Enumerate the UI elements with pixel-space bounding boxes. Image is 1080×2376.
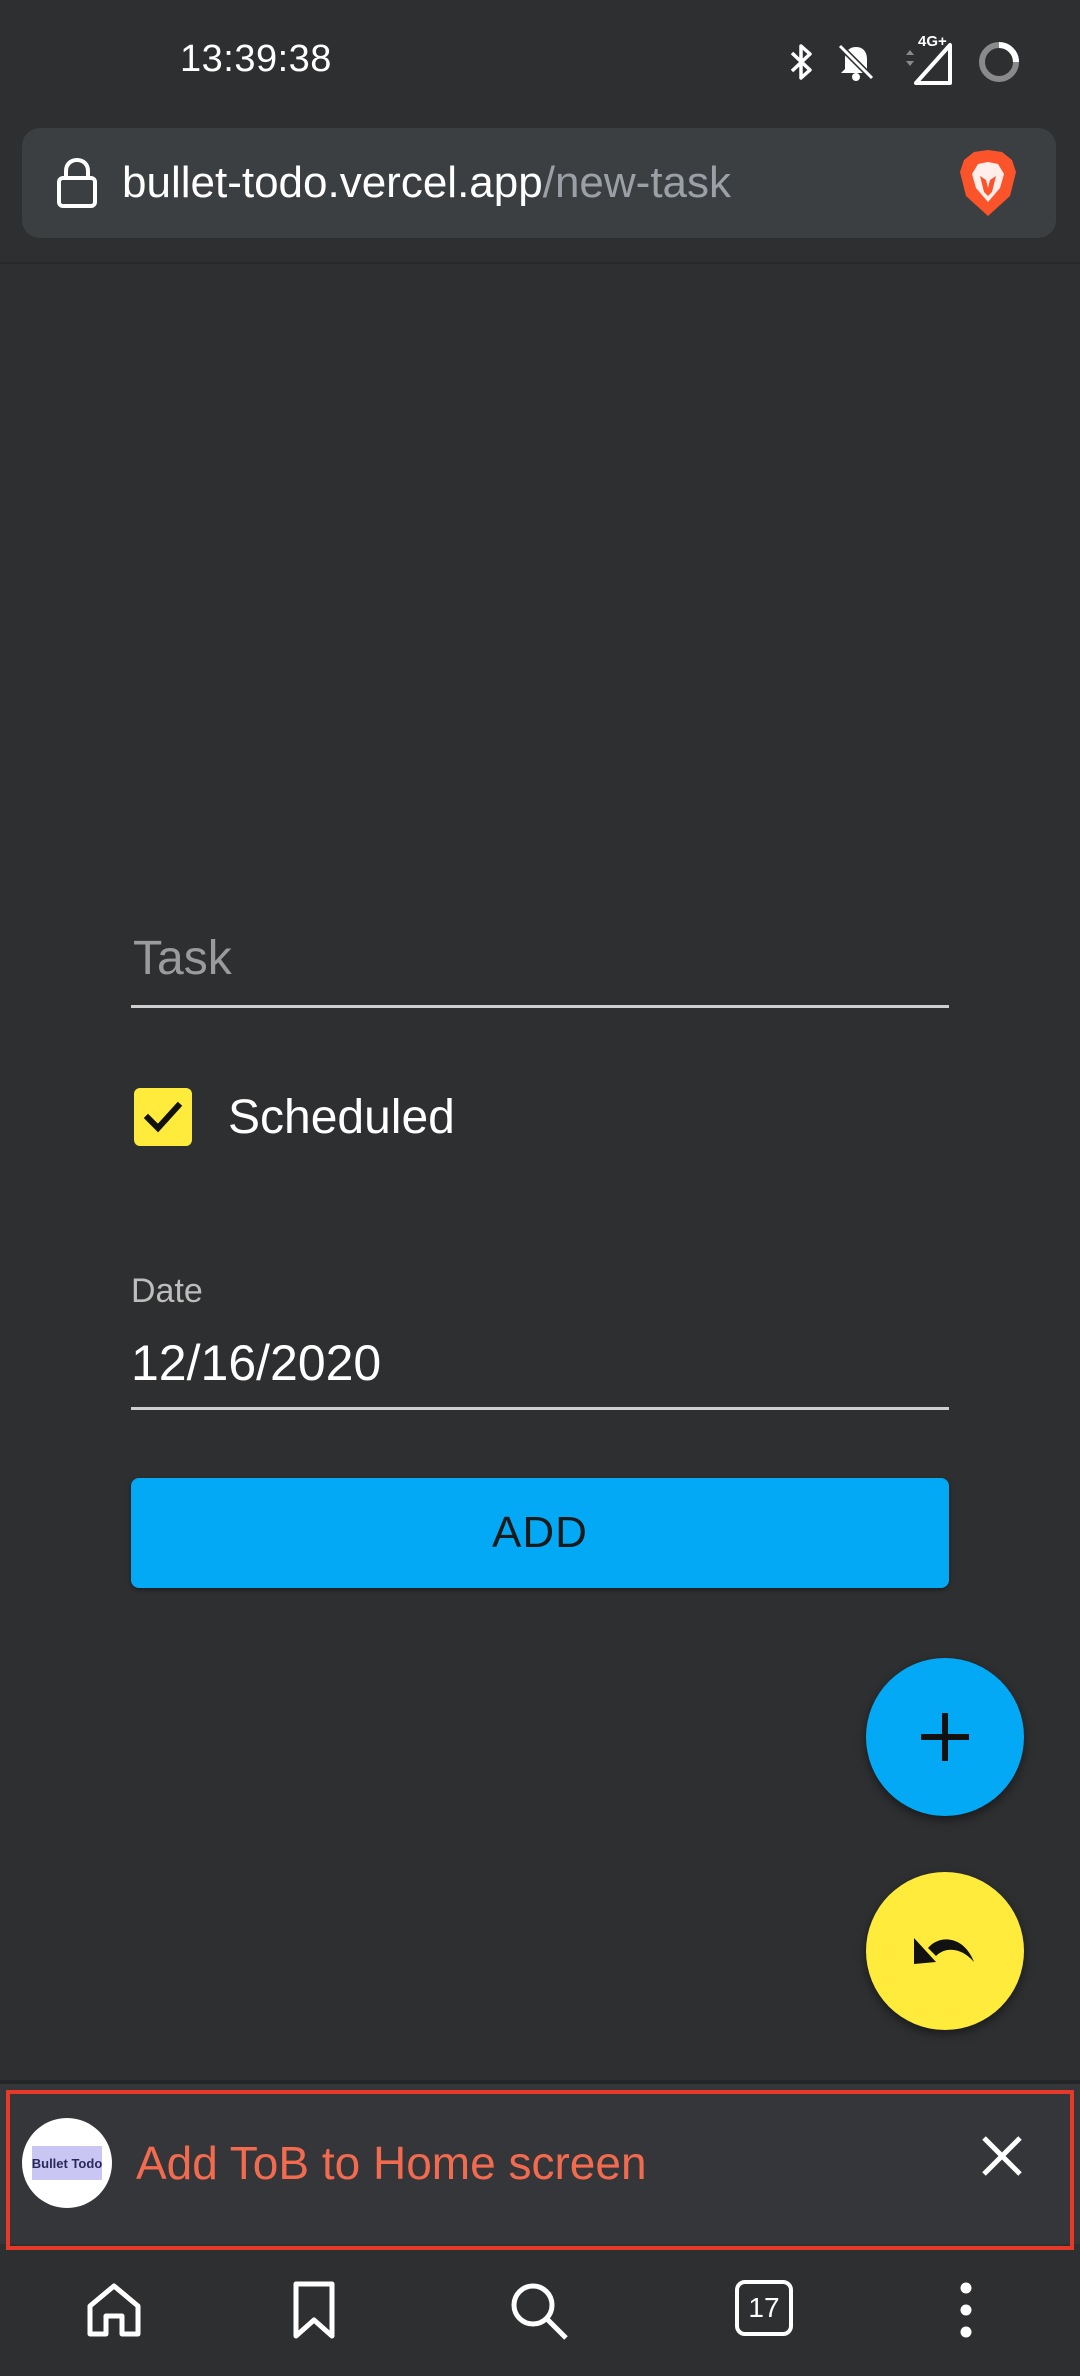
brave-shields-icon[interactable] (956, 148, 1020, 225)
bluetooth-icon (786, 42, 816, 82)
address-bar[interactable]: bullet-todo.vercel.app/new-task (22, 128, 1056, 238)
date-field[interactable]: 12/16/2020 (131, 1318, 949, 1410)
date-value[interactable]: 12/16/2020 (131, 1334, 381, 1392)
tabs-button[interactable]: 17 (735, 2280, 793, 2336)
scheduled-checkbox[interactable] (134, 1088, 192, 1146)
network-type-label: 4G+ (918, 33, 947, 50)
status-bar: 13:39:38 4G+ (0, 0, 1080, 126)
url-domain: bullet-todo.vercel.app (122, 158, 543, 207)
browser-toolbar: bullet-todo.vercel.app/new-task (0, 126, 1080, 262)
bookmark-icon[interactable] (288, 2280, 340, 2345)
close-icon[interactable] (978, 2132, 1026, 2185)
task-input[interactable] (131, 930, 949, 987)
app-logo-text: Bullet Todo (32, 2146, 102, 2180)
status-icons: 4G+ (786, 33, 1022, 88)
plus-icon (921, 1713, 969, 1761)
notifications-off-icon (836, 42, 876, 82)
checkmark-icon (143, 1101, 183, 1133)
toolbar-divider (0, 262, 1080, 264)
date-label: Date (131, 1272, 203, 1310)
more-menu-icon[interactable] (958, 2280, 974, 2345)
url-text[interactable]: bullet-todo.vercel.app/new-task (122, 158, 731, 208)
home-icon[interactable] (84, 2280, 144, 2345)
battery-ring-icon (976, 39, 1022, 85)
search-icon[interactable] (508, 2280, 570, 2347)
scheduled-label: Scheduled (228, 1090, 455, 1144)
app-logo: Bullet Todo (22, 2118, 112, 2208)
add-task-fab[interactable] (866, 1658, 1024, 1816)
add-to-home-text[interactable]: Add ToB to Home screen (136, 2136, 647, 2190)
add-to-home-banner[interactable]: Bullet Todo Add ToB to Home screen (0, 2084, 1080, 2244)
undo-fab[interactable] (866, 1872, 1024, 2030)
undo-icon (914, 1938, 974, 1964)
task-field[interactable] (131, 920, 949, 1008)
lock-icon[interactable] (54, 156, 100, 215)
scheduled-checkbox-row[interactable]: Scheduled (134, 1086, 455, 1148)
add-button[interactable]: ADD (131, 1478, 949, 1588)
bottom-toolbar: 17 (0, 2250, 1080, 2376)
signal-icon: 4G+ (896, 33, 956, 85)
url-path: /new-task (542, 158, 732, 207)
status-time: 13:39:38 (180, 38, 332, 80)
